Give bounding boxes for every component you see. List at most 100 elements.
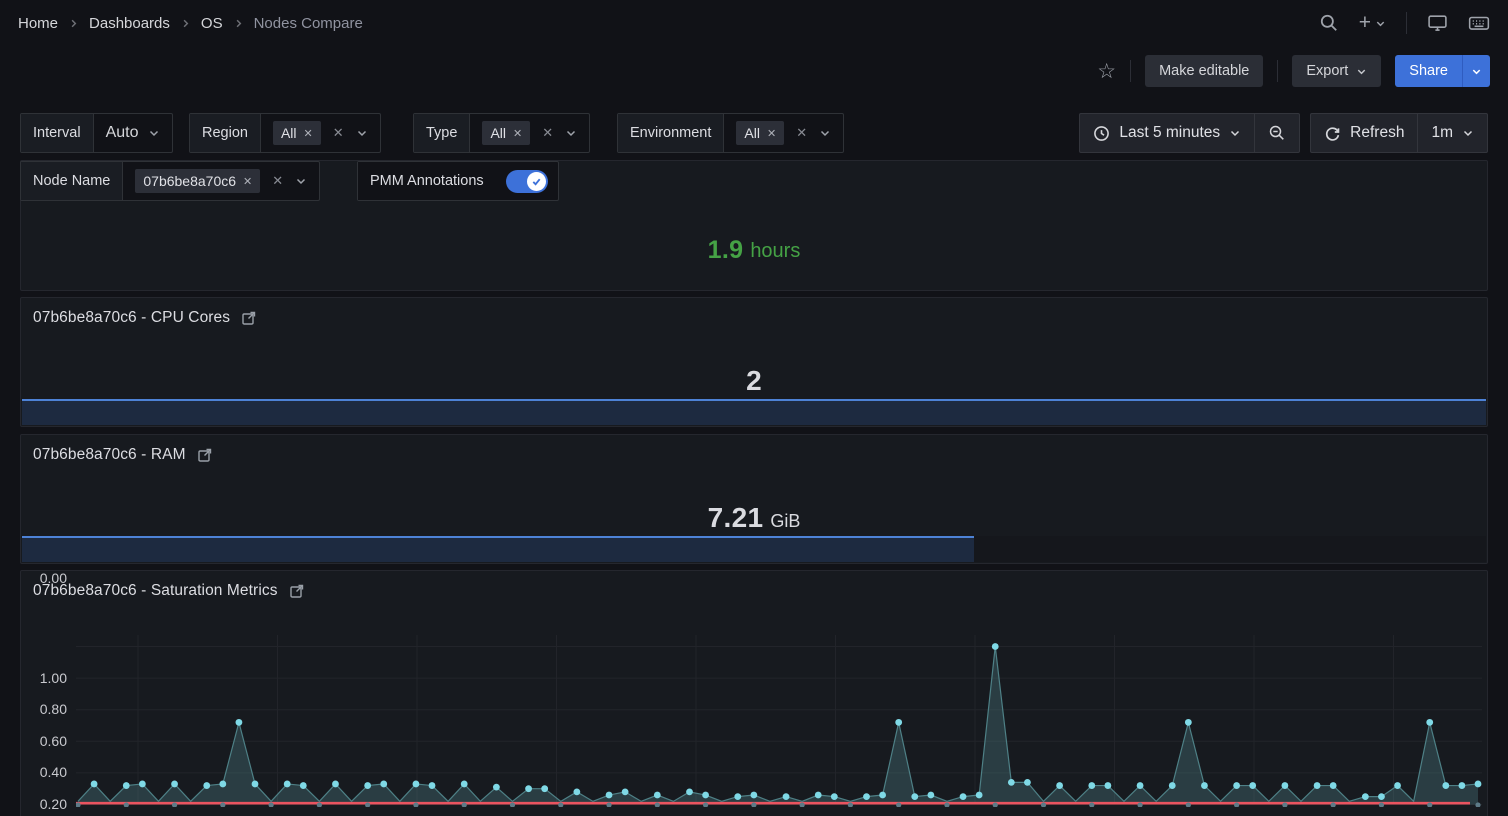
breadcrumb-os[interactable]: OS <box>201 15 223 32</box>
breadcrumb-dashboards[interactable]: Dashboards <box>89 15 170 32</box>
y-axis-tick: 0.60 <box>21 734 67 748</box>
ram-stat-value: 7.21 GiB <box>21 499 1487 537</box>
interval-label: Interval <box>21 114 94 152</box>
y-axis-tick: 1.00 <box>21 671 67 685</box>
clear-selection-icon[interactable]: ✕ <box>270 173 285 189</box>
region-variable: Region All ✕ ✕ <box>189 113 381 153</box>
cpu-cores-value: 2 <box>746 365 762 397</box>
node-name-chip[interactable]: 07b6be8a70c6 ✕ <box>135 169 260 193</box>
pmm-annotations-control: PMM Annotations <box>357 161 559 201</box>
pmm-annotations-toggle[interactable] <box>506 170 548 193</box>
chevron-down-icon[interactable] <box>565 127 577 139</box>
share-options-button[interactable] <box>1462 55 1490 87</box>
export-button-label: Export <box>1306 63 1348 79</box>
favorite-star-icon[interactable]: ☆ <box>1097 61 1116 82</box>
zoom-out-icon <box>1268 124 1286 142</box>
external-link-icon[interactable] <box>241 310 257 326</box>
zoom-out-time-range-button[interactable] <box>1255 114 1299 152</box>
time-range-picker[interactable]: Last 5 minutes <box>1080 114 1254 152</box>
clear-selection-icon[interactable]: ✕ <box>540 125 555 141</box>
node-name-variable: Node Name 07b6be8a70c6 ✕ ✕ <box>20 161 320 201</box>
chevron-down-icon[interactable] <box>295 175 307 187</box>
cpu-cores-bar-fill <box>22 399 1486 425</box>
chevron-down-icon <box>1356 66 1367 77</box>
chevron-down-icon[interactable] <box>819 127 831 139</box>
remove-chip-icon[interactable]: ✕ <box>513 127 522 140</box>
chevron-down-icon <box>1229 127 1241 139</box>
environment-chip-label: All <box>744 125 760 141</box>
plus-icon: + <box>1359 13 1371 33</box>
search-icon[interactable] <box>1319 13 1339 33</box>
cpu-cores-bar-gauge <box>22 399 1486 425</box>
node-name-select[interactable]: 07b6be8a70c6 ✕ ✕ <box>123 162 319 200</box>
refresh-label: Refresh <box>1350 124 1404 142</box>
remove-chip-icon[interactable]: ✕ <box>304 127 313 140</box>
type-chip-label: All <box>490 125 506 141</box>
time-picker-group: Last 5 minutes <box>1079 113 1300 153</box>
y-axis-tick: 0.20 <box>21 797 67 811</box>
clear-selection-icon[interactable]: ✕ <box>331 125 346 141</box>
region-select[interactable]: All ✕ ✕ <box>261 114 380 152</box>
share-button[interactable]: Share <box>1395 55 1462 87</box>
add-new-button[interactable]: + <box>1359 13 1386 33</box>
clear-selection-icon[interactable]: ✕ <box>794 125 809 141</box>
interval-variable: Interval Auto <box>20 113 173 153</box>
panel-ram: 07b6be8a70c6 - RAM 7.21 GiB <box>20 434 1488 564</box>
uptime-value: 1.9 <box>708 236 744 265</box>
chevron-right-icon <box>68 18 79 29</box>
type-select[interactable]: All ✕ ✕ <box>470 114 589 152</box>
divider <box>1130 60 1131 82</box>
external-link-icon[interactable] <box>289 583 305 599</box>
type-label: Type <box>414 114 470 152</box>
breadcrumb-current-page: Nodes Compare <box>254 15 363 32</box>
region-chip-all[interactable]: All ✕ <box>273 121 321 145</box>
ram-value: 7.21 <box>708 502 764 534</box>
divider <box>1406 12 1407 34</box>
environment-chip-all[interactable]: All ✕ <box>736 121 784 145</box>
toggle-knob <box>527 172 546 191</box>
remove-chip-icon[interactable]: ✕ <box>767 127 776 140</box>
uptime-stat-value: 1.9 hours <box>21 231 1487 269</box>
time-controls: Last 5 minutes Refresh 1m <box>1079 113 1488 153</box>
export-button[interactable]: Export <box>1292 55 1381 87</box>
region-chip-label: All <box>281 125 297 141</box>
environment-select[interactable]: All ✕ ✕ <box>724 114 843 152</box>
chevron-down-icon[interactable] <box>148 127 160 139</box>
panel-title[interactable]: 07b6be8a70c6 - CPU Cores <box>33 309 230 327</box>
saturation-chart-plot-area[interactable] <box>76 631 1482 807</box>
uptime-unit: hours <box>750 238 800 263</box>
divider <box>1277 60 1278 82</box>
chevron-down-icon[interactable] <box>356 127 368 139</box>
clock-icon <box>1093 125 1110 142</box>
keyboard-icon[interactable] <box>1468 13 1490 33</box>
ram-unit: GiB <box>770 505 800 532</box>
panel-title[interactable]: 07b6be8a70c6 - RAM <box>33 446 186 464</box>
time-range-label: Last 5 minutes <box>1119 124 1220 142</box>
breadcrumb-home[interactable]: Home <box>18 15 58 32</box>
share-button-group: Share <box>1395 55 1490 87</box>
y-axis-tick: 0.00 <box>21 571 67 585</box>
chevron-right-icon <box>233 18 244 29</box>
y-axis-tick: 0.40 <box>21 765 67 779</box>
monitor-icon[interactable] <box>1427 13 1448 33</box>
chevron-down-icon <box>1462 127 1474 139</box>
refresh-interval-select[interactable]: 1m <box>1418 114 1487 152</box>
make-editable-button[interactable]: Make editable <box>1145 55 1263 87</box>
environment-variable: Environment All ✕ ✕ <box>617 113 844 153</box>
panel-title[interactable]: 07b6be8a70c6 - Saturation Metrics <box>33 582 278 600</box>
refresh-icon <box>1324 125 1341 142</box>
remove-chip-icon[interactable]: ✕ <box>243 175 252 188</box>
refresh-button[interactable]: Refresh <box>1311 114 1417 152</box>
environment-label: Environment <box>618 114 724 152</box>
interval-select[interactable]: Auto <box>94 114 173 152</box>
ram-bar-gauge <box>22 536 1486 562</box>
external-link-icon[interactable] <box>197 447 213 463</box>
chevron-down-icon <box>1471 66 1482 77</box>
cpu-cores-stat-value: 2 <box>21 362 1487 400</box>
type-variable: Type All ✕ ✕ <box>413 113 590 153</box>
chevron-down-icon <box>1375 18 1386 29</box>
type-chip-all[interactable]: All ✕ <box>482 121 530 145</box>
pmm-annotations-label: PMM Annotations <box>358 162 496 200</box>
y-axis-tick: 0.80 <box>21 702 67 716</box>
interval-value: Auto <box>106 124 139 142</box>
